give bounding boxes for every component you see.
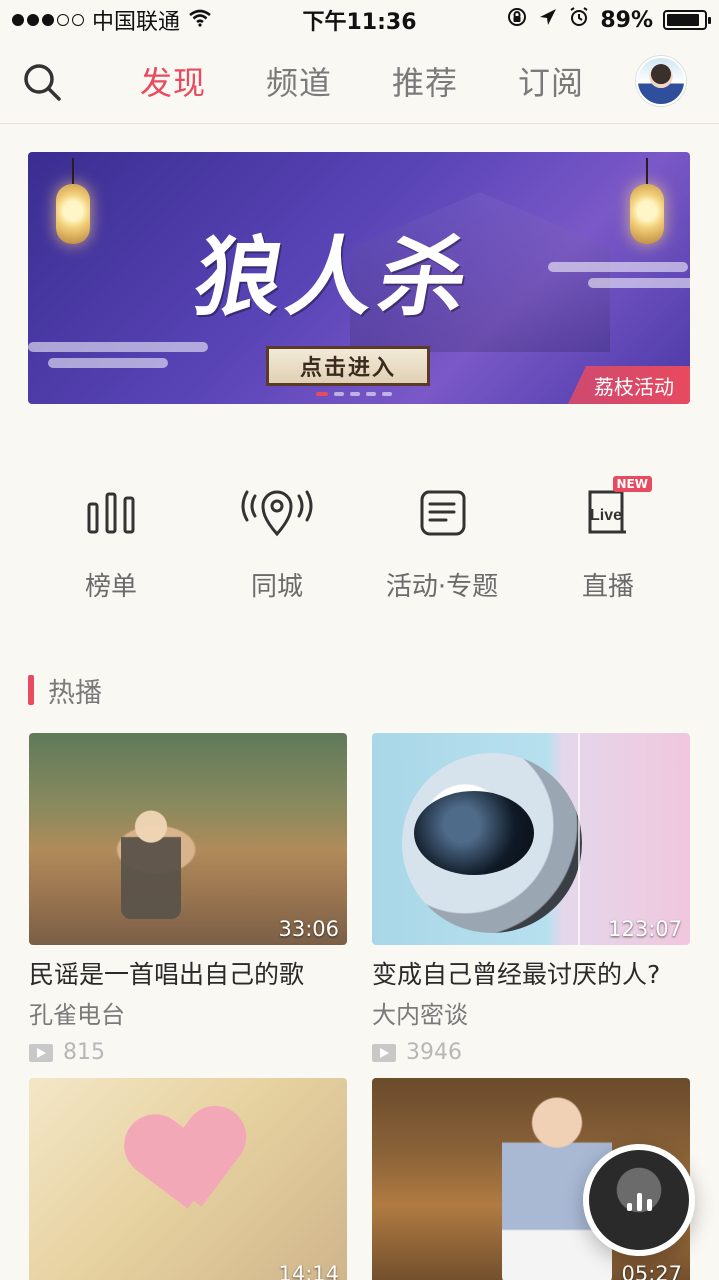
quick-entries: 榜单 同城 活动·专题 Live NEW 直播	[0, 476, 719, 606]
program-card[interactable]: 123:07 变成自己曾经最讨厌的人? 大内密谈 3946	[372, 733, 690, 1065]
new-badge: NEW	[612, 476, 652, 492]
scroll-doc-icon	[406, 476, 478, 548]
banner-cloud	[548, 262, 688, 272]
alarm-icon	[568, 6, 590, 34]
tab-recommend[interactable]: 推荐	[392, 58, 458, 104]
program-title: 变成自己曾经最讨厌的人?	[372, 960, 661, 989]
carrier-name: 中国联通	[92, 10, 181, 35]
banner-dot[interactable]	[334, 392, 344, 396]
banner-pagination	[316, 392, 392, 396]
lantern-icon	[56, 184, 90, 244]
play-icon	[372, 1043, 396, 1062]
tab-subscriptions[interactable]: 订阅	[518, 58, 584, 104]
banner-dot[interactable]	[382, 392, 392, 396]
program-card[interactable]: 33:06 民谣是一首唱出自己的歌 孔雀电台 815	[29, 733, 347, 1065]
duration-label: 33:06	[278, 917, 339, 941]
thumbnail-stripe	[578, 733, 580, 945]
signal-dot	[42, 14, 54, 26]
entry-activities[interactable]: 活动·专题	[362, 476, 522, 603]
lantern-icon	[630, 184, 664, 244]
battery-fill	[667, 14, 700, 26]
live-tv-icon: Live NEW	[572, 476, 652, 548]
entry-charts[interactable]: 榜单	[31, 476, 191, 603]
eq-bar	[636, 1193, 642, 1211]
play-count-value: 3946	[406, 1040, 462, 1065]
play-count: 815	[29, 1040, 347, 1065]
program-thumbnail[interactable]: 33:06	[29, 733, 347, 945]
thumbnail-heart-art	[127, 1106, 251, 1230]
duration-label: 14:14	[278, 1262, 339, 1280]
thumbnail-person-art	[121, 809, 181, 919]
play-count: 3946	[372, 1040, 690, 1065]
section-header: 热播	[28, 673, 102, 709]
banner-dot[interactable]	[366, 392, 376, 396]
status-bar: 中国联通 下午11:36 89%	[0, 0, 719, 40]
entry-local[interactable]: 同城	[197, 476, 357, 603]
banner-dot[interactable]	[350, 392, 360, 396]
thumbnail-visor-art	[414, 791, 534, 875]
live-icon-text: Live	[590, 507, 622, 524]
location-arrow-icon	[538, 7, 558, 33]
program-channel: 孔雀电台	[29, 1001, 125, 1029]
entry-label: 直播	[581, 572, 634, 602]
signal-dot	[12, 14, 24, 26]
entry-label: 同城	[250, 572, 303, 602]
battery-percent: 89%	[600, 7, 653, 33]
status-left: 中国联通	[12, 4, 212, 36]
play-icon	[29, 1043, 53, 1062]
play-count-value: 815	[63, 1040, 105, 1065]
tab-channels[interactable]: 频道	[266, 58, 332, 104]
banner-cloud	[28, 342, 208, 352]
eq-bar	[626, 1203, 632, 1211]
section-accent-bar	[28, 675, 34, 705]
signal-dot	[57, 14, 69, 26]
program-thumbnail[interactable]: 14:14	[29, 1078, 347, 1280]
program-card[interactable]: 14:14	[29, 1078, 347, 1280]
equalizer-icon	[626, 1189, 652, 1211]
banner-enter-button[interactable]: 点击进入	[266, 346, 430, 386]
signal-dot	[27, 14, 39, 26]
chart-bars-icon	[75, 476, 147, 548]
nav-tabs: 发现 频道 推荐 订阅	[140, 58, 584, 104]
banner-tag: 荔枝活动	[568, 366, 690, 404]
banner-cloud	[588, 278, 690, 288]
duration-label: 05:27	[621, 1262, 682, 1280]
promo-banner[interactable]: 狼人杀 点击进入 荔枝活动	[28, 152, 690, 404]
search-icon[interactable]	[22, 62, 62, 102]
signal-strength-icon	[12, 14, 84, 26]
section-title: 热播	[48, 677, 102, 709]
banner-cloud	[48, 358, 168, 368]
duration-label: 123:07	[608, 917, 682, 941]
program-channel: 大内密谈	[372, 1001, 468, 1029]
location-pin-icon	[241, 476, 313, 548]
signal-dot	[72, 14, 84, 26]
battery-icon	[663, 10, 711, 30]
entry-label: 榜单	[84, 572, 137, 602]
entry-label: 活动·专题	[385, 572, 499, 602]
banner-dot[interactable]	[316, 392, 328, 396]
program-title: 民谣是一首唱出自己的歌	[29, 960, 305, 989]
tab-discover[interactable]: 发现	[140, 58, 206, 104]
eq-bar	[646, 1199, 652, 1211]
program-thumbnail[interactable]: 123:07	[372, 733, 690, 945]
top-nav: 发现 频道 推荐 订阅	[0, 40, 719, 124]
status-right: 89%	[506, 6, 711, 34]
banner-title: 狼人杀	[187, 227, 482, 328]
floating-player-button[interactable]	[583, 1144, 695, 1256]
entry-live[interactable]: Live NEW 直播	[528, 476, 688, 603]
avatar[interactable]	[636, 56, 686, 106]
wifi-icon	[188, 8, 212, 33]
rotation-lock-icon	[506, 6, 528, 34]
status-time: 下午11:36	[302, 10, 417, 35]
